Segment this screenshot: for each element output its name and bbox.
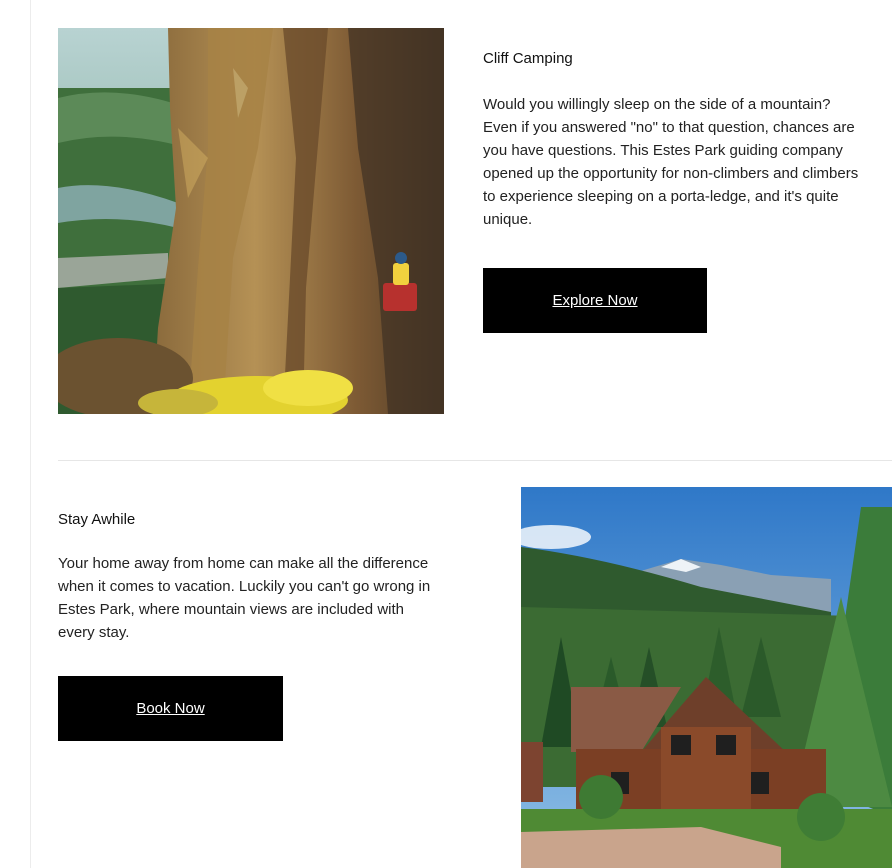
cliff-climber-photo (58, 28, 444, 414)
section-divider (58, 460, 892, 461)
description-line: Your home away from home can make all th… (58, 555, 429, 572)
book-now-button[interactable]: Book Now (58, 676, 283, 741)
description-line: you have questions. This Estes Park guid… (483, 142, 843, 159)
card-title: Stay Awhile (58, 511, 136, 528)
mountain-lodge-photo (521, 487, 892, 868)
description-line: Would you willingly sleep on the side of… (483, 96, 831, 113)
explore-now-button[interactable]: Explore Now (483, 268, 707, 333)
description-line: Even if you answered "no" to that questi… (483, 119, 855, 136)
left-border-rule (30, 0, 31, 868)
description-line: opened up the opportunity for non-climbe… (483, 165, 859, 182)
description-line: unique. (483, 211, 533, 228)
description-line: when it comes to vacation. Luckily you c… (58, 578, 431, 595)
description-line: to experience sleeping on a porta-ledge,… (483, 188, 839, 205)
description-line: Estes Park, where mountain views are inc… (58, 601, 404, 618)
description-line: every stay. (58, 624, 130, 641)
card-title: Cliff Camping (483, 50, 573, 67)
